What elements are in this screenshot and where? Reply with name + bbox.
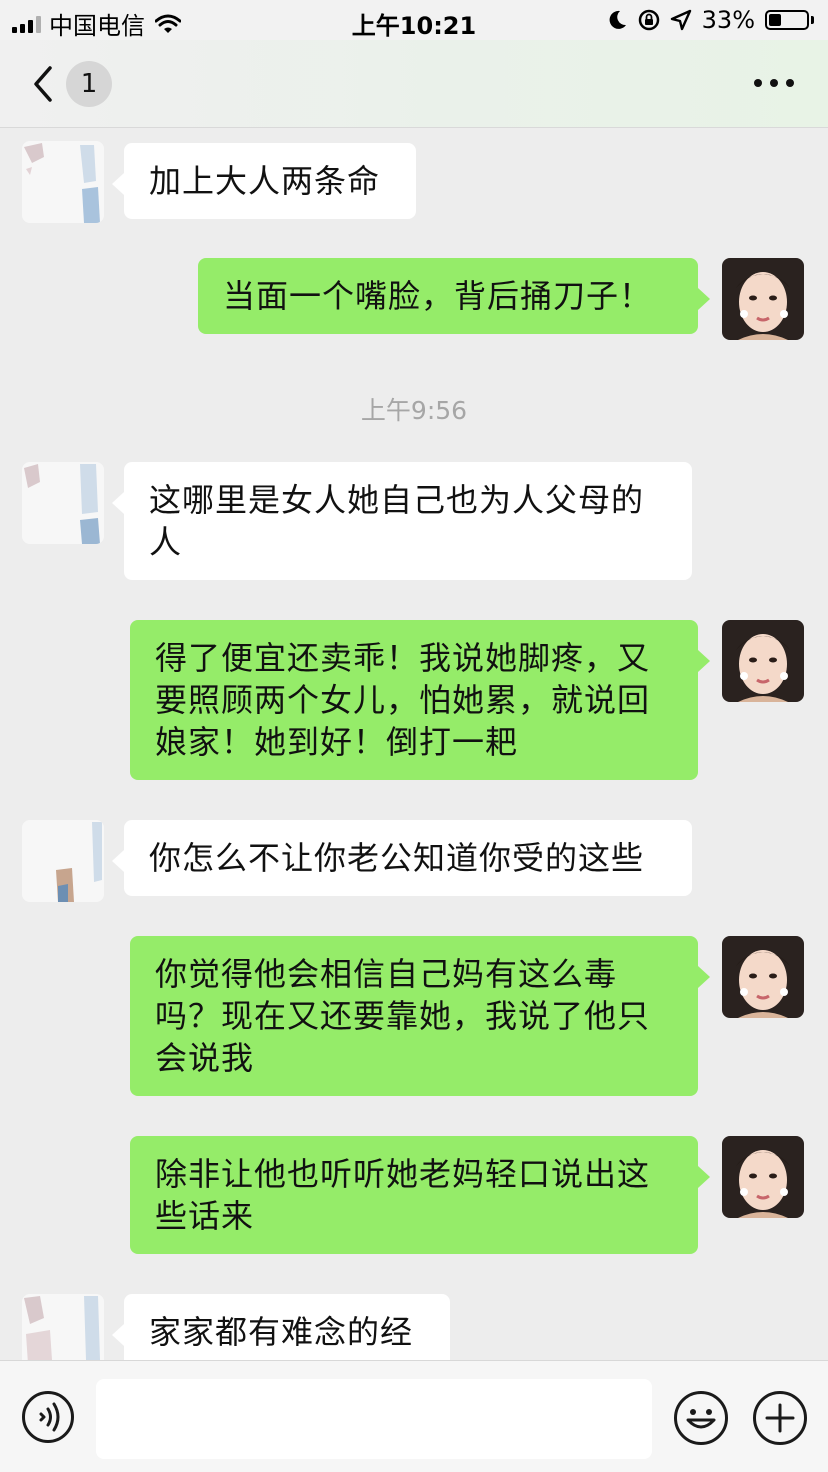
message-bubble-incoming[interactable]: 家家都有难念的经 — [112, 1294, 450, 1360]
orientation-lock-icon — [638, 9, 659, 31]
message-bubble-outgoing[interactable]: 除非让他也听听她老妈轻口说出这些话来 — [130, 1136, 710, 1254]
plus-icon[interactable] — [752, 1390, 808, 1446]
location-icon — [670, 9, 691, 31]
nav-bar: 1 — [0, 40, 828, 128]
unread-count-badge[interactable]: 1 — [66, 61, 112, 107]
message-timestamp: 上午9:56 — [360, 396, 468, 425]
my-avatar[interactable] — [722, 620, 804, 702]
back-chevron-icon[interactable] — [26, 62, 60, 106]
my-avatar[interactable] — [722, 258, 804, 340]
contact-avatar[interactable] — [22, 462, 104, 544]
emoji-icon[interactable] — [673, 1390, 729, 1446]
message-bubble-incoming[interactable]: 你怎么不让你老公知道你受的这些 — [112, 820, 692, 896]
voice-icon[interactable] — [21, 1390, 75, 1444]
message-bubble-outgoing[interactable]: 你觉得他会相信自己妈有这么毒吗？现在又还要靠她，我说了他只会说我 — [130, 936, 710, 1096]
more-dots-icon[interactable] — [754, 70, 794, 96]
battery-percent: 33% — [701, 6, 755, 34]
moon-icon — [609, 10, 626, 29]
message-bubble-outgoing[interactable]: 当面一个嘴脸，背后捅刀子！ — [198, 258, 710, 334]
message-bubble-outgoing[interactable]: 得了便宜还卖乖！我说她脚疼，又要照顾两个女儿，怕她累，就说回娘家！她到好！倒打一… — [130, 620, 710, 780]
message-bubble-incoming[interactable]: 加上大人两条命 — [112, 143, 416, 219]
input-bar — [0, 1360, 828, 1472]
contact-avatar[interactable] — [22, 1294, 104, 1360]
chat-screen: 中国电信 上午10:21 33% 1 加上大人两条命 当面一个嘴脸，背后捅刀子！… — [0, 0, 828, 1472]
my-avatar[interactable] — [722, 936, 804, 1018]
message-input[interactable] — [96, 1379, 652, 1459]
message-bubble-incoming[interactable]: 这哪里是女人她自己也为人父母的人 — [112, 462, 692, 580]
battery-icon — [765, 10, 814, 30]
contact-avatar[interactable] — [22, 820, 104, 902]
status-bar: 中国电信 上午10:21 33% — [0, 0, 828, 40]
my-avatar[interactable] — [722, 1136, 804, 1218]
message-list[interactable]: 加上大人两条命 当面一个嘴脸，背后捅刀子！ 上午9:56 这哪里是女人她自己也为… — [0, 129, 828, 1360]
contact-avatar[interactable] — [22, 141, 104, 223]
